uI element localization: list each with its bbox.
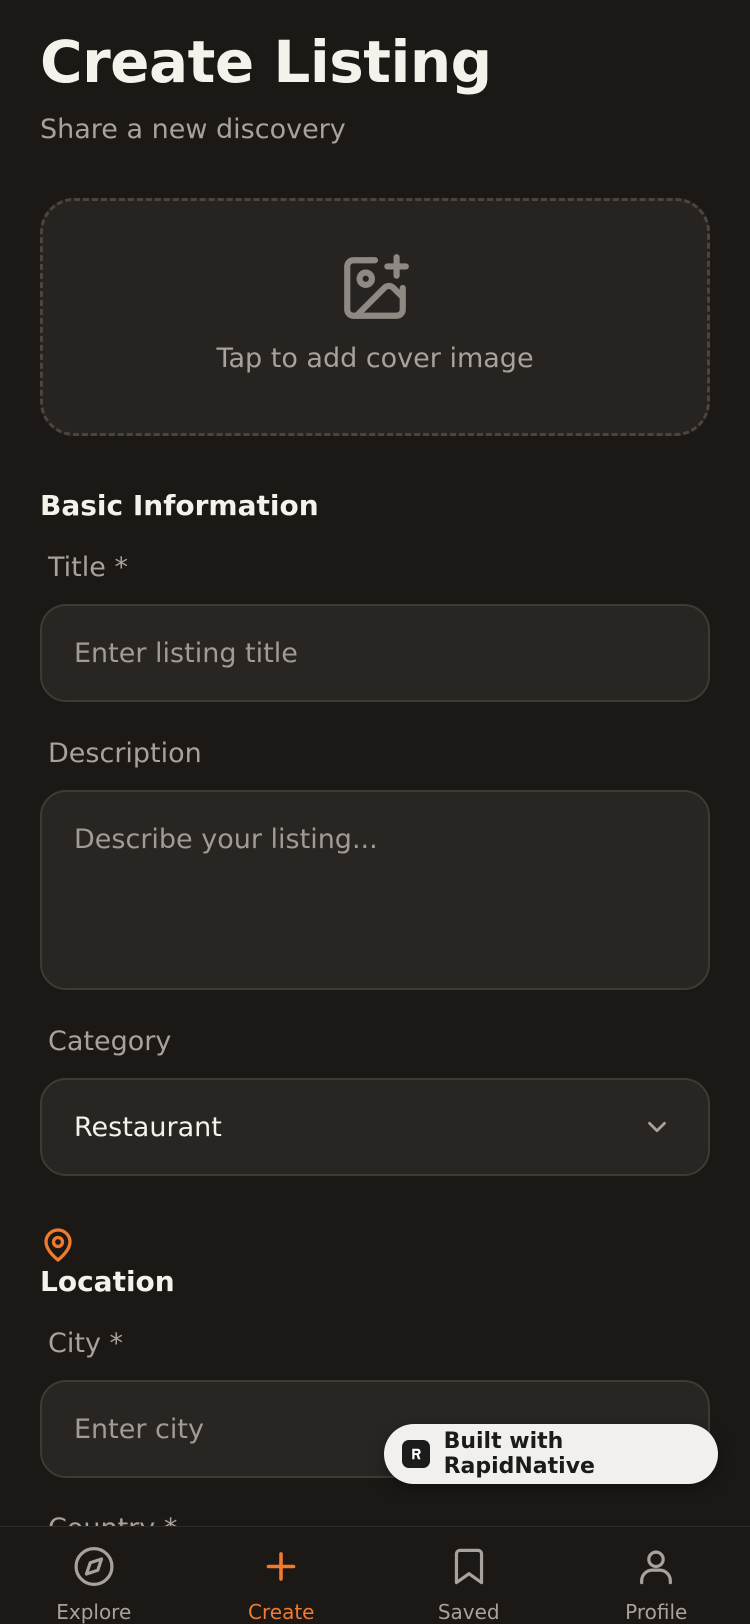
tab-explore[interactable]: Explore: [0, 1527, 188, 1624]
category-select[interactable]: Restaurant: [40, 1078, 710, 1176]
built-with-badge[interactable]: Built with RapidNative: [384, 1424, 718, 1484]
basic-information-heading: Basic Information: [40, 489, 319, 522]
cover-image-picker[interactable]: Tap to add cover image: [40, 198, 710, 436]
compass-icon: [74, 1546, 114, 1587]
tab-create[interactable]: Create: [188, 1527, 376, 1624]
tab-saved-label: Saved: [437, 1600, 500, 1624]
description-textarea[interactable]: Describe your listing...: [40, 790, 710, 990]
user-icon: [640, 1550, 673, 1585]
description-label: Description: [48, 738, 202, 769]
cover-image-hint: Tap to add cover image: [216, 342, 534, 374]
category-label: Category: [48, 1026, 172, 1057]
map-pin-icon: [44, 1228, 72, 1262]
city-label: City *: [48, 1328, 124, 1359]
title-placeholder: Enter listing title: [74, 637, 298, 669]
page-title: Create Listing: [40, 28, 492, 96]
title-label: Title *: [48, 552, 128, 583]
plus-icon: [266, 1552, 296, 1581]
category-value: Restaurant: [74, 1111, 222, 1143]
tab-saved[interactable]: Saved: [375, 1527, 563, 1624]
tab-profile-label: Profile: [625, 1600, 688, 1624]
title-input[interactable]: Enter listing title: [40, 604, 710, 702]
bottom-tab-bar: Explore Create Saved Profile: [0, 1526, 750, 1624]
bookmark-icon: [454, 1548, 483, 1585]
city-placeholder: Enter city: [74, 1413, 204, 1445]
image-plus-icon: [344, 253, 409, 319]
badge-text: Built with RapidNative: [443, 1429, 595, 1479]
rapidnative-logo-icon: [402, 1440, 430, 1468]
tab-profile[interactable]: Profile: [563, 1527, 750, 1624]
location-heading: Location: [40, 1265, 175, 1298]
page-subtitle: Share a new discovery: [40, 114, 346, 145]
tab-explore-label: Explore: [56, 1600, 132, 1624]
create-listing-screen: Create Listing Share a new discovery Tap…: [0, 0, 750, 1624]
tab-create-label: Create: [248, 1600, 315, 1624]
chevron-down-icon: [648, 1121, 666, 1133]
description-placeholder: Describe your listing...: [74, 824, 378, 855]
